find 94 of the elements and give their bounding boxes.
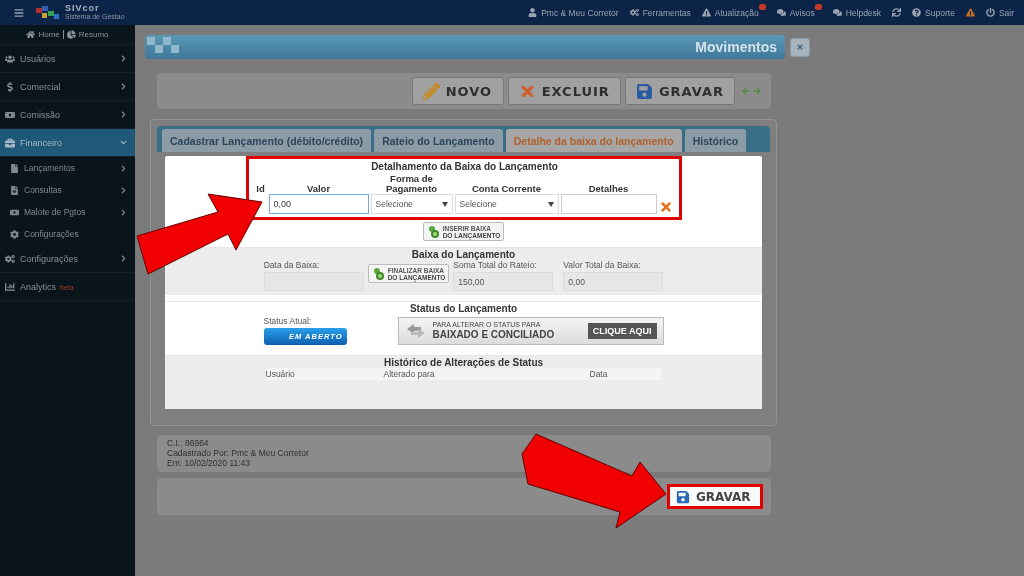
column-header: Forma de Pagamento (384, 174, 439, 194)
gears-icon (629, 8, 639, 17)
toolbar-button[interactable]: GRAVAR (624, 77, 735, 105)
topbar-icon-button[interactable] (892, 8, 902, 17)
toolbar-button[interactable]: NOVO (411, 77, 504, 105)
file-icon (10, 163, 19, 173)
user-icon (528, 8, 538, 17)
column-header: Id (255, 184, 266, 194)
chat-icon (832, 8, 842, 17)
tab[interactable]: Cadastrar Lançamento (débito/crédito) (162, 129, 372, 152)
column-header: Data (589, 368, 609, 380)
sidebar-item[interactable]: Comercial (0, 73, 135, 101)
gear-icon (10, 229, 19, 239)
chevron-right-icon (120, 111, 127, 118)
sidebar-item[interactable]: Usuários (0, 45, 135, 73)
chevron-down-icon (120, 139, 127, 146)
sidebar-subitem[interactable]: Consultas (0, 179, 135, 201)
previous-arrow-icon[interactable] (742, 87, 750, 95)
section-title: Status do Lançamento (409, 303, 518, 314)
home-link[interactable]: Home (26, 30, 60, 39)
brand-name: SIVcor (65, 4, 101, 13)
total-field: 0,00 (563, 272, 664, 291)
coins-icon (426, 224, 441, 239)
info-line: C.I.: 86964 (167, 438, 210, 448)
total-field: 150,00 (453, 272, 554, 291)
toolbar-button[interactable]: EXCLUIR (507, 77, 621, 105)
field-label: Soma Total do Rateio: (453, 260, 538, 270)
section-title: Histórico de Alterações de Status (383, 357, 544, 368)
remove-icon[interactable] (658, 200, 673, 214)
field-label: Data da Baixa: (263, 260, 321, 270)
topbar-icon-button[interactable] (965, 8, 975, 17)
dollar-icon (5, 81, 15, 92)
home-icon (26, 30, 36, 39)
chevron-right-icon (120, 83, 127, 90)
info-line: Cadastrado Por: Pmc & Meu Corretor (167, 448, 310, 458)
topbar-link[interactable]: Pmc & Meu Corretor (528, 7, 619, 18)
topbar-link[interactable]: Helpdesk (832, 7, 882, 18)
column-header: Alterado para (383, 368, 436, 380)
close-button[interactable] (790, 37, 810, 57)
sidebar-item[interactable]: Financeiro (0, 129, 135, 157)
document-icon (10, 185, 19, 195)
column-header: Usuário (265, 368, 296, 380)
next-arrow-icon[interactable] (753, 87, 761, 95)
tab[interactable]: Histórico (684, 129, 747, 152)
banknote-icon (5, 109, 15, 120)
summary-link[interactable]: Resumo (66, 30, 109, 39)
tab[interactable]: Rateio do Lançamento (374, 129, 503, 152)
warning-icon (965, 8, 975, 17)
banknote-icon (10, 207, 19, 217)
warning-icon (701, 8, 711, 17)
sidebar-subitem[interactable]: Malote de Pgtos (0, 201, 135, 223)
briefcase-icon (5, 137, 15, 148)
topbar-link[interactable]: Ferramentas (629, 7, 691, 18)
page-title: Movimentos (695, 39, 777, 55)
bar-chart-icon (5, 281, 15, 292)
close-icon (796, 43, 804, 51)
topbar-link[interactable]: Atualização (701, 7, 759, 18)
section-title: Baixa do Lançamento (411, 249, 516, 260)
column-header: Conta Corrente (470, 184, 543, 194)
sidebar-subitem[interactable]: Lançamentos (0, 157, 135, 179)
menu-icon[interactable] (14, 7, 24, 18)
logo-icon (36, 5, 60, 20)
chevron-right-icon (120, 164, 127, 172)
column-header: Valor (305, 184, 332, 194)
section-title: Detalhamento da Baixa do Lançamento (371, 161, 558, 172)
field-label: Valor Total da Baixa: (563, 260, 642, 270)
chat-icon (776, 8, 786, 17)
topbar-link[interactable]: Avisos (776, 7, 815, 18)
coins-icon (371, 266, 386, 281)
dropdown-caret-icon (441, 201, 448, 207)
dropdown-caret-icon (547, 201, 554, 207)
sidebar-subitem[interactable]: Configurações (0, 223, 135, 245)
refresh-icon (892, 8, 902, 17)
info-line: Em: 10/02/2020 11:43 (167, 458, 252, 468)
chevron-right-icon (120, 55, 127, 62)
valor-input[interactable]: 0,00 (268, 194, 369, 214)
gears-icon (5, 253, 15, 264)
chevron-right-icon (120, 186, 127, 194)
pie-chart-icon (66, 30, 76, 39)
chevron-right-icon (120, 255, 127, 262)
users-icon (5, 53, 15, 64)
topbar-link[interactable]: Sair (985, 7, 1014, 18)
pencil-icon (422, 82, 440, 100)
column-header: Detalhes (587, 184, 630, 194)
field-label: Status Atual: (263, 316, 313, 326)
chevron-right-icon (120, 208, 127, 216)
details-input[interactable] (560, 194, 657, 214)
account-select[interactable]: Selecione (454, 194, 559, 214)
save-button[interactable]: GRAVAR (667, 484, 763, 509)
payment-method-select[interactable]: Selecione (370, 194, 453, 214)
sidebar-item[interactable]: Configurações (0, 245, 135, 273)
topbar-link[interactable]: Suporte (912, 7, 955, 18)
power-icon (985, 8, 995, 17)
help-icon (912, 8, 922, 17)
